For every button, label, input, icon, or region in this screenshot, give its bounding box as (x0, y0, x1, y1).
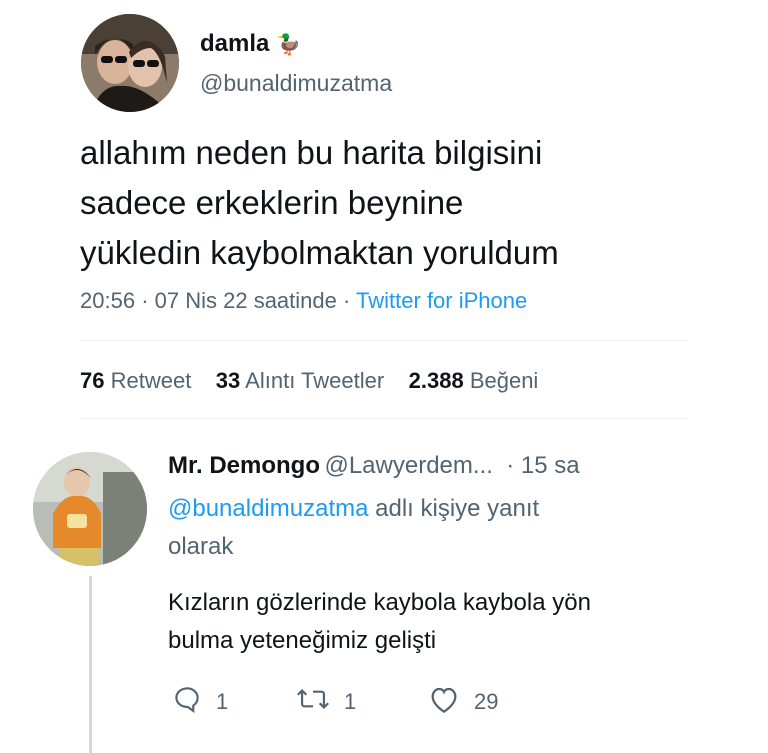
duck-emoji-icon: 🦆 (276, 34, 301, 56)
like-stat[interactable]: 2.388 Beğeni (409, 368, 539, 393)
tweet-time[interactable]: 20:56 (80, 288, 135, 313)
replying-suffix2: olarak (168, 533, 234, 560)
meta-separator: · (343, 288, 351, 313)
reply-action[interactable]: 1 (172, 684, 228, 720)
reply-count: 1 (216, 689, 229, 714)
reply-text-line: Kızların gözlerinde kaybola kaybola yön (168, 589, 591, 616)
reply-time[interactable]: · 15 sa (506, 452, 579, 479)
reply-text-line: bulma yeteneğimiz gelişti (168, 627, 437, 654)
tweet-text-line: sadece erkeklerin beynine (80, 184, 464, 221)
reply-header: Mr. Demongo @Lawyerdem... · 15 sa (168, 452, 580, 480)
tweet-text-line: allahım neden bu harita bilgisini (80, 134, 543, 171)
retweet-stat[interactable]: 76 Retweet (80, 368, 191, 393)
divider (80, 418, 688, 419)
heart-icon (428, 684, 460, 720)
author-name-row[interactable]: damla 🦆 (200, 30, 301, 58)
retweet-icon (296, 684, 330, 720)
meta-separator: · (141, 288, 149, 313)
like-count: 29 (474, 689, 499, 714)
reply-text: Kızların gözlerinde kaybola kaybola yön … (168, 584, 728, 660)
comment-icon (172, 684, 202, 720)
reply-author-name[interactable]: Mr. Demongo (168, 452, 320, 479)
divider (80, 340, 688, 341)
retweet-action[interactable]: 1 (296, 684, 356, 720)
author-handle[interactable]: @bunaldimuzatma (200, 70, 392, 97)
tweet-text: allahım neden bu harita bilgisini sadece… (80, 128, 720, 278)
retweet-count: 1 (344, 689, 357, 714)
replying-to: @bunaldimuzatma adlı kişiye yanıt olarak (168, 490, 688, 566)
tweet-meta: 20:56 · 07 Nis 22 saatinde · Twitter for… (80, 288, 527, 314)
tweet-text-line: yükledin kaybolmaktan yoruldum (80, 234, 559, 271)
reply-author-handle[interactable]: @Lawyerdem... (324, 452, 492, 479)
reply-avatar[interactable] (33, 452, 147, 566)
tweet-stats: 76 Retweet 33 Alıntı Tweetler 2.388 Beğe… (80, 368, 538, 394)
thread-line (89, 576, 92, 753)
quote-count: 33 (215, 368, 241, 393)
like-count: 2.388 (408, 368, 464, 393)
like-action[interactable]: 29 (428, 684, 498, 720)
replying-suffix: adlı kişiye yanıt (375, 495, 540, 522)
retweet-label: Retweet (110, 368, 192, 393)
tweet-date[interactable]: 07 Nis 22 saatinde (155, 288, 337, 313)
quote-stat[interactable]: 33 Alıntı Tweetler (216, 368, 384, 393)
author-avatar[interactable] (81, 14, 179, 112)
replying-mention[interactable]: @bunaldimuzatma (168, 495, 368, 522)
retweet-count: 76 (80, 368, 105, 393)
like-label: Beğeni (469, 368, 539, 393)
quote-label: Alıntı Tweetler (245, 368, 385, 393)
author-name[interactable]: damla (200, 30, 269, 57)
tweet-source[interactable]: Twitter for iPhone (356, 288, 527, 313)
